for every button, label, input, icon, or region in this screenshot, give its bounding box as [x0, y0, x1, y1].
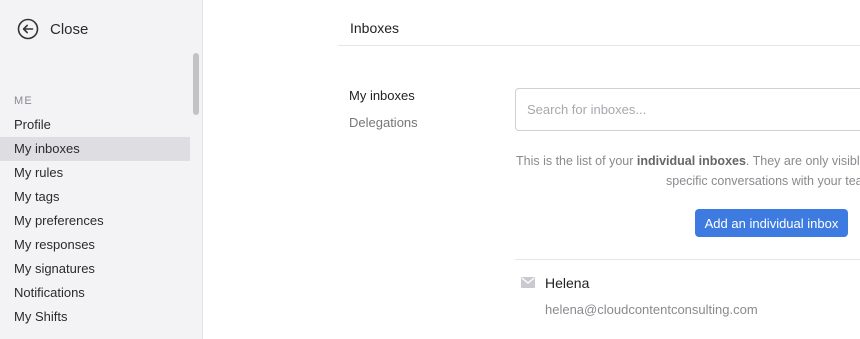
description-line-2: specific conversations with your tea	[666, 174, 860, 188]
back-arrow-circle-icon	[17, 18, 39, 40]
page-header: Inboxes	[338, 0, 860, 46]
inbox-name: Helena	[545, 275, 590, 291]
sidebar-item-my-tags[interactable]: My tags	[0, 185, 190, 209]
close-label: Close	[50, 20, 89, 38]
description-suffix: . They are only visible	[745, 154, 860, 168]
close-button[interactable]: Close	[17, 17, 88, 41]
search-input[interactable]	[515, 88, 860, 131]
sidebar-item-notifications[interactable]: Notifications	[0, 281, 190, 305]
subnav: My inboxes Delegations	[349, 88, 418, 142]
description-line-1: This is the list of your individual inbo…	[516, 151, 860, 171]
section-title-me: ME	[14, 95, 33, 107]
sidebar-item-profile[interactable]: Profile	[0, 113, 190, 137]
add-individual-inbox-button[interactable]: Add an individual inbox	[695, 209, 848, 237]
sidebar-item-my-responses[interactable]: My responses	[0, 233, 190, 257]
inbox-list-item[interactable]: Helena helena@cloudcontentconsulting.com	[515, 270, 860, 330]
page-title: Inboxes	[350, 20, 400, 36]
inbox-email: helena@cloudcontentconsulting.com	[545, 302, 758, 317]
sidebar-item-my-rules[interactable]: My rules	[0, 161, 190, 185]
sidebar-menu: Profile My inboxes My rules My tags My p…	[0, 113, 190, 329]
mail-icon	[521, 277, 535, 288]
sidebar-item-my-preferences[interactable]: My preferences	[0, 209, 190, 233]
divider	[515, 259, 860, 260]
inboxes-description: This is the list of your individual inbo…	[516, 151, 860, 191]
sidebar-item-my-shifts[interactable]: My Shifts	[0, 305, 190, 329]
sidebar-item-my-inboxes[interactable]: My inboxes	[0, 137, 190, 161]
sidebar-scrollbar[interactable]	[193, 53, 199, 115]
description-bold: individual inboxes	[636, 154, 746, 168]
sidebar: Close ME Profile My inboxes My rules My …	[0, 0, 203, 339]
subnav-item-delegations[interactable]: Delegations	[349, 115, 418, 142]
description-prefix: This is the list of your	[516, 154, 637, 168]
subnav-item-my-inboxes[interactable]: My inboxes	[349, 88, 418, 115]
sidebar-item-my-signatures[interactable]: My signatures	[0, 257, 190, 281]
